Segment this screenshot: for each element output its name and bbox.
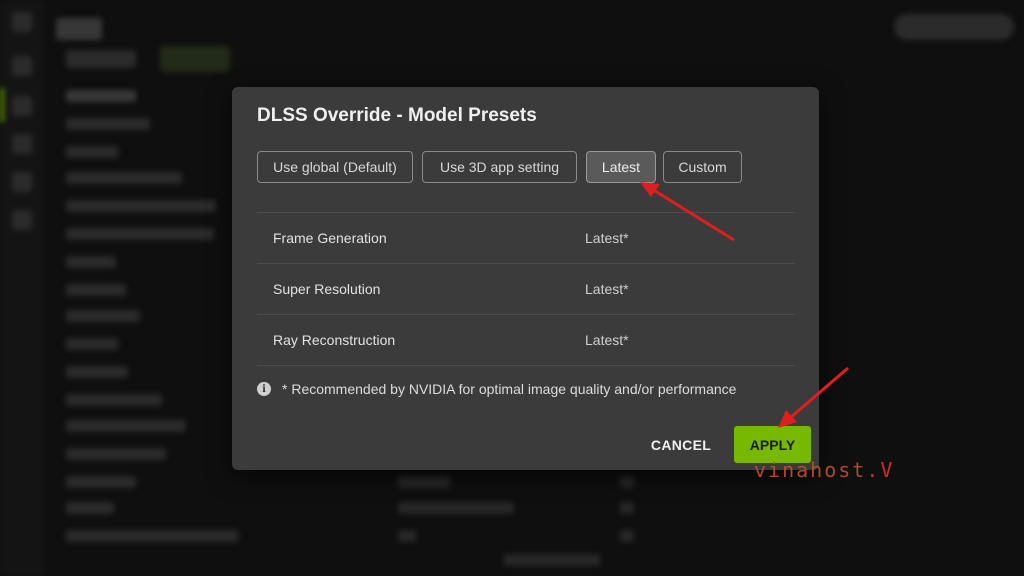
watermark-logo: vinahost.V xyxy=(754,458,895,482)
dlss-override-dialog: DLSS Override - Model Presets Use global… xyxy=(232,87,819,470)
cancel-button[interactable]: CANCEL xyxy=(639,427,723,463)
row-label: Ray Reconstruction xyxy=(273,332,396,348)
row-label: Frame Generation xyxy=(273,230,387,246)
table-row[interactable]: Frame Generation Latest* xyxy=(257,212,795,263)
dialog-title: DLSS Override - Model Presets xyxy=(257,105,537,126)
table-row[interactable]: Ray Reconstruction Latest* xyxy=(257,314,795,366)
row-value: Latest* xyxy=(585,281,629,297)
recommendation-note: i * Recommended by NVIDIA for optimal im… xyxy=(257,381,736,397)
option-use-3d-app-setting-button[interactable]: Use 3D app setting xyxy=(422,151,577,183)
info-icon: i xyxy=(257,382,271,396)
row-label: Super Resolution xyxy=(273,281,381,297)
table-row[interactable]: Super Resolution Latest* xyxy=(257,263,795,314)
row-value: Latest* xyxy=(585,230,629,246)
option-custom-button[interactable]: Custom xyxy=(663,151,742,183)
note-text: * Recommended by NVIDIA for optimal imag… xyxy=(282,381,737,397)
model-preset-table: Frame Generation Latest* Super Resolutio… xyxy=(257,212,795,366)
option-use-global-button[interactable]: Use global (Default) xyxy=(257,151,413,183)
option-latest-button[interactable]: Latest xyxy=(586,151,656,183)
row-value: Latest* xyxy=(585,332,629,348)
